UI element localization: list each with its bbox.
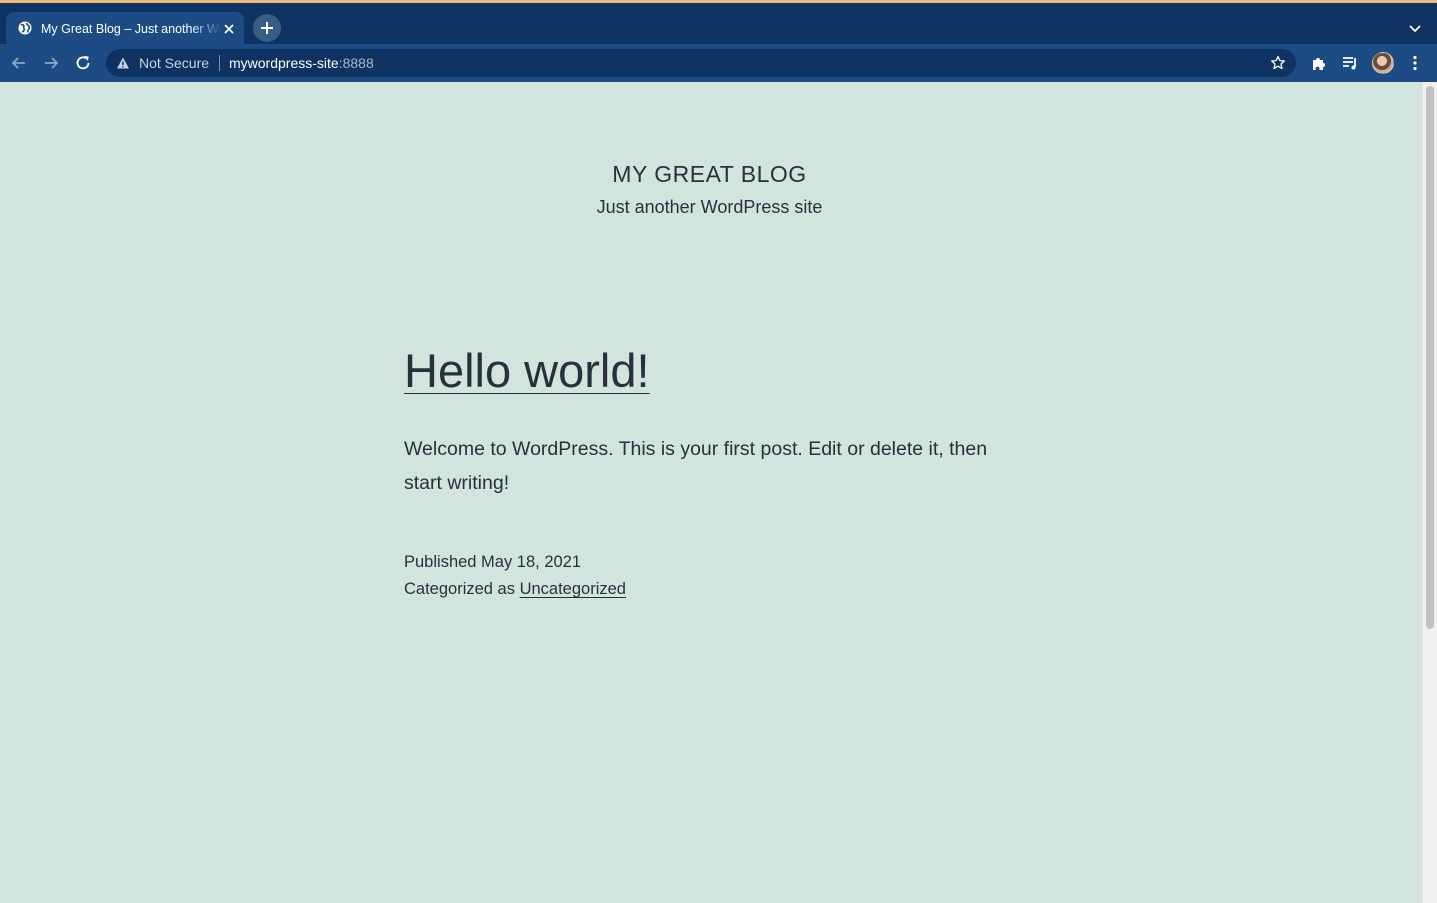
- new-tab-button[interactable]: [253, 14, 281, 42]
- url-port: :8888: [338, 55, 374, 71]
- post-content: Welcome to WordPress. This is your first…: [404, 438, 988, 494]
- bookmark-star-icon[interactable]: [1270, 55, 1286, 71]
- security-status[interactable]: Not Secure: [139, 55, 209, 71]
- profile-avatar[interactable]: [1372, 52, 1394, 74]
- category-link[interactable]: Uncategorized: [520, 580, 626, 598]
- post-category-line: Categorized as Uncategorized: [404, 579, 626, 599]
- active-tab[interactable]: My Great Blog – Just another WordPress s…: [6, 12, 244, 47]
- scrollbar-thumb[interactable]: [1426, 86, 1434, 629]
- site-title[interactable]: MY GREAT BLOG: [0, 160, 1419, 188]
- url-host: mywordpress-site: [229, 55, 339, 71]
- category-prefix: Categorized as: [404, 580, 520, 598]
- tab-title: My Great Blog – Just another WordPress s…: [41, 22, 221, 36]
- plus-icon: [261, 22, 273, 34]
- close-icon[interactable]: [221, 21, 237, 37]
- site-description: Just another WordPress site: [596, 197, 823, 217]
- reload-icon[interactable]: [73, 53, 93, 73]
- warning-icon[interactable]: [116, 56, 130, 70]
- page-viewport: MY GREAT BLOG Just another WordPress sit…: [0, 82, 1422, 903]
- media-queue-icon[interactable]: [1341, 54, 1359, 72]
- more-menu-icon[interactable]: [1406, 54, 1424, 72]
- forward-arrow-icon[interactable]: [41, 53, 61, 73]
- post-title-link[interactable]: Hello world!: [404, 344, 650, 398]
- post-published-date: Published May 18, 2021: [404, 553, 582, 571]
- extensions-puzzle-icon[interactable]: [1310, 54, 1328, 72]
- address-divider: [219, 55, 220, 71]
- vertical-scrollbar[interactable]: [1422, 82, 1437, 903]
- url-text[interactable]: mywordpress-site:8888: [229, 55, 374, 71]
- globe-icon: [18, 21, 32, 35]
- tab-bar: My Great Blog – Just another WordPress s…: [0, 3, 1437, 47]
- chevron-down-icon[interactable]: [1407, 20, 1423, 36]
- back-arrow-icon[interactable]: [9, 53, 29, 73]
- address-bar[interactable]: Not Secure mywordpress-site:8888: [106, 49, 1296, 77]
- browser-toolbar: Not Secure mywordpress-site:8888: [0, 44, 1437, 82]
